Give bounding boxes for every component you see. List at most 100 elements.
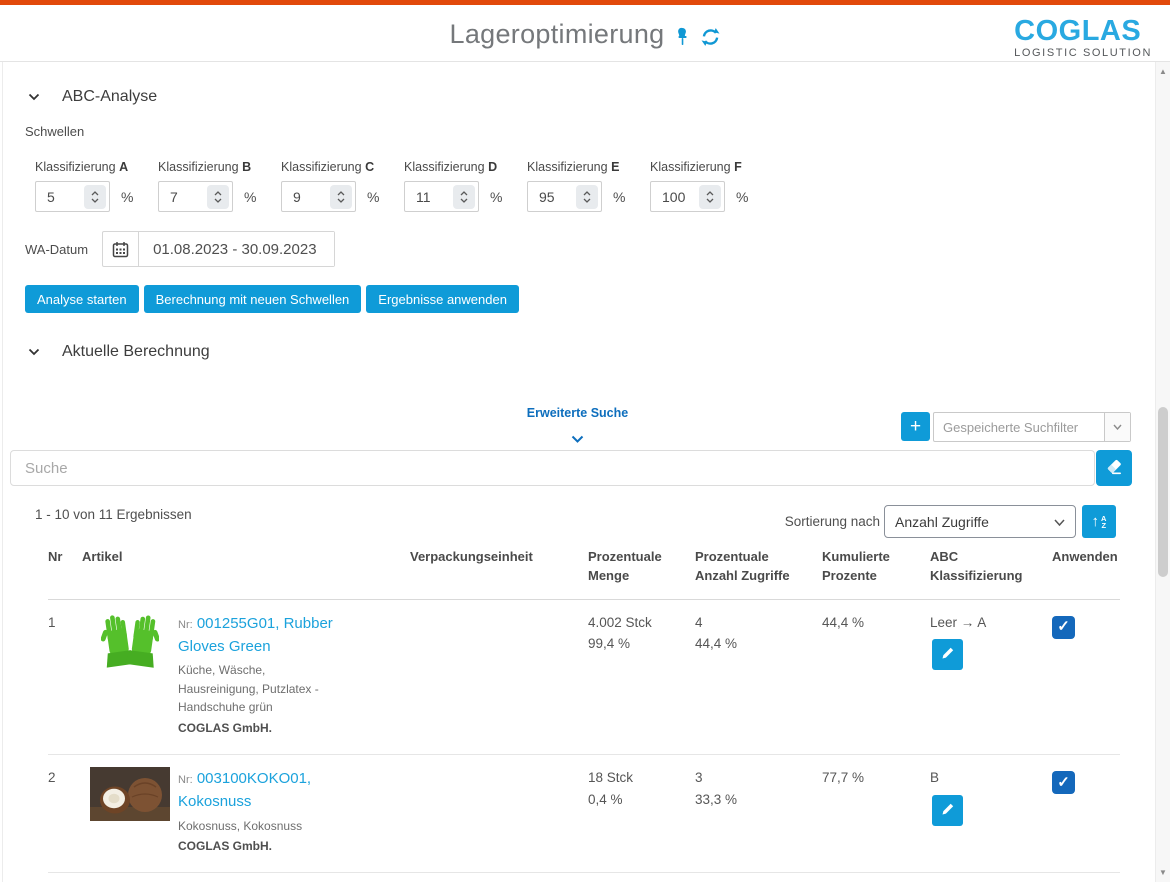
collapse-chevron-icon[interactable]	[28, 348, 40, 356]
select-chevron-icon	[1054, 513, 1065, 531]
article-no-label: Nr:	[178, 774, 193, 786]
article-description: Küche, Wäsche, Hausreinigung, Putzlatex …	[178, 661, 338, 717]
header: Lageroptimierung	[0, 5, 1170, 62]
add-filter-button[interactable]: +	[901, 412, 930, 441]
apply-results-button[interactable]: Ergebnisse anwenden	[366, 285, 519, 313]
refresh-icon[interactable]	[700, 27, 720, 47]
sort-az-icon: AZ	[1101, 515, 1106, 529]
stepper-icon[interactable]	[207, 185, 229, 209]
article-company: COGLAS GmbH.	[178, 719, 338, 738]
stepper-icon[interactable]	[699, 185, 721, 209]
calendar-icon[interactable]	[103, 232, 139, 266]
col-nr: Nr	[48, 548, 82, 586]
wa-date-input[interactable]	[139, 232, 334, 266]
sort-value: Anzahl Zugriffe	[895, 514, 989, 530]
sort-direction-button[interactable]: ↑ AZ	[1082, 505, 1116, 538]
panel-edge	[2, 62, 3, 882]
cell-pct-qty: 4.002 Stck99,4 %	[588, 612, 695, 738]
advanced-search-link[interactable]: Erweiterte Suche	[527, 406, 628, 420]
stepper-icon[interactable]	[330, 185, 352, 209]
classification-d-input[interactable]	[405, 189, 445, 205]
abc-value: Leer → A	[930, 612, 1042, 634]
classification-label: Klassifizierung	[281, 160, 362, 174]
col-verpackungseinheit: Verpackungseinheit	[410, 548, 588, 586]
apply-checkbox[interactable]: ✓	[1052, 771, 1075, 794]
classification-f-input[interactable]	[651, 189, 691, 205]
edit-classification-button[interactable]	[932, 639, 963, 670]
classification-e-input[interactable]	[528, 189, 568, 205]
classification-c-input[interactable]	[282, 189, 322, 205]
stepper-icon[interactable]	[453, 185, 475, 209]
sort-select[interactable]: Anzahl Zugriffe	[884, 505, 1076, 538]
saved-filters-placeholder: Gespeicherte Suchfilter	[934, 420, 1104, 435]
cell-cumulative: 44,4 %	[822, 612, 930, 738]
scrollbar-thumb[interactable]	[1158, 407, 1168, 577]
classification-letter: A	[119, 160, 128, 174]
col-artikel: Artikel	[82, 548, 410, 586]
classification-inputs-row: Klassifizierung A % Klassifizierung B	[35, 160, 773, 212]
classification-letter: C	[365, 160, 374, 174]
classification-letter: E	[611, 160, 619, 174]
vertical-scrollbar[interactable]: ▲ ▼	[1155, 62, 1170, 882]
pencil-icon	[941, 646, 955, 663]
lageroptimierung-page: Lageroptimierung	[0, 0, 1170, 882]
results-summary: 1 - 10 von 11 Ergebnissen	[35, 507, 192, 522]
scroll-up-icon[interactable]: ▲	[1156, 67, 1170, 76]
cell-pct-access: 444,4 %	[695, 612, 822, 738]
percent-label: %	[244, 189, 256, 205]
table-row: 2 Nr:	[48, 755, 1120, 873]
percent-label: %	[613, 189, 625, 205]
product-image-coconut	[82, 767, 178, 856]
classification-label: Klassifizierung	[404, 160, 485, 174]
clear-search-button[interactable]	[1096, 450, 1132, 486]
logo-text: COGLAS	[1014, 16, 1152, 46]
product-image-gloves	[82, 612, 178, 738]
coglas-logo: COGLAS LOGISTIC SOLUTION	[1014, 16, 1152, 59]
dropdown-chevron-icon[interactable]	[1104, 413, 1130, 441]
article-no-link[interactable]: 003100KOKO01,	[197, 770, 311, 787]
classification-group-c: Klassifizierung C %	[281, 160, 404, 212]
col-abc-klassifizierung: ABC Klassifizierung	[930, 548, 1052, 586]
col-kumulierte-prozente: Kumulierte Prozente	[822, 548, 930, 586]
percent-label: %	[121, 189, 133, 205]
article-company: COGLAS GmbH.	[178, 837, 338, 856]
stepper-icon[interactable]	[576, 185, 598, 209]
classification-label: Klassifizierung	[527, 160, 608, 174]
section-title: Aktuelle Berechnung	[62, 343, 210, 361]
apply-checkbox[interactable]: ✓	[1052, 616, 1075, 639]
stepper-icon[interactable]	[84, 185, 106, 209]
classification-group-b: Klassifizierung B %	[158, 160, 281, 212]
results-table: Nr Artikel Verpackungseinheit Prozentual…	[48, 548, 1120, 882]
check-icon: ✓	[1057, 771, 1070, 795]
edit-classification-button[interactable]	[932, 795, 963, 826]
classification-b-input[interactable]	[159, 189, 199, 205]
cell-packaging	[410, 767, 588, 856]
search-row	[10, 450, 1095, 486]
cell-pct-qty: 18 Stck0,4 %	[588, 767, 695, 856]
classification-group-d: Klassifizierung D %	[404, 160, 527, 212]
table-header: Nr Artikel Verpackungseinheit Prozentual…	[48, 548, 1120, 600]
recalculate-button[interactable]: Berechnung mit neuen Schwellen	[144, 285, 362, 313]
scroll-down-icon[interactable]: ▼	[1156, 868, 1170, 877]
pin-icon[interactable]	[673, 27, 691, 46]
classification-letter: F	[734, 160, 742, 174]
collapse-chevron-icon[interactable]	[28, 93, 40, 101]
classification-a-input[interactable]	[36, 189, 76, 205]
saved-filters-select[interactable]: Gespeicherte Suchfilter	[933, 412, 1131, 442]
article-name-link[interactable]: Kokosnuss	[178, 793, 251, 810]
start-analysis-button[interactable]: Analyse starten	[25, 285, 139, 313]
classification-label: Klassifizierung	[158, 160, 239, 174]
cell-apply: ✓	[1052, 767, 1120, 856]
saved-filter-controls: + Gespeicherte Suchfilter	[901, 412, 1131, 442]
article-no-link[interactable]: 001255G01,	[197, 615, 280, 632]
percent-label: %	[367, 189, 379, 205]
cell-abc: B	[930, 767, 1052, 856]
col-prozentuale-menge: Prozentuale Menge	[588, 548, 695, 586]
cell-pct-access: 333,3 %	[695, 767, 822, 856]
check-icon: ✓	[1057, 615, 1070, 639]
sort-label: Sortierung nach	[745, 514, 880, 529]
search-input[interactable]	[10, 450, 1095, 486]
percent-label: %	[490, 189, 502, 205]
action-buttons: Analyse starten Berechnung mit neuen Sch…	[25, 285, 519, 313]
col-anwenden: Anwenden	[1052, 548, 1132, 586]
